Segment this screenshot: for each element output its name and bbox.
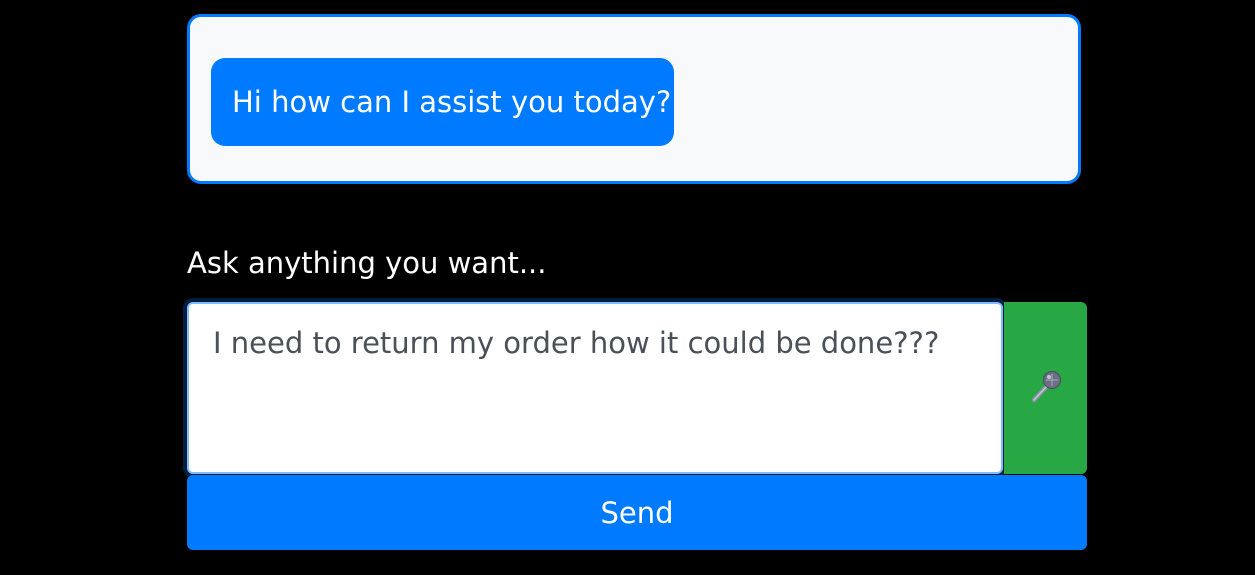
microphone-icon — [1029, 369, 1063, 408]
send-button[interactable]: Send — [187, 475, 1087, 550]
question-label: Ask anything you want... — [187, 246, 547, 280]
chat-window: Hi how can I assist you today? — [187, 14, 1081, 184]
input-group — [187, 302, 1087, 474]
question-input[interactable] — [187, 302, 1003, 474]
bot-message-text: Hi how can I assist you today? — [232, 85, 672, 119]
chatbot-page: Hi how can I assist you today? Ask anyth… — [0, 0, 1255, 575]
bot-message-bubble: Hi how can I assist you today? — [211, 58, 674, 146]
microphone-button[interactable] — [1004, 302, 1087, 474]
